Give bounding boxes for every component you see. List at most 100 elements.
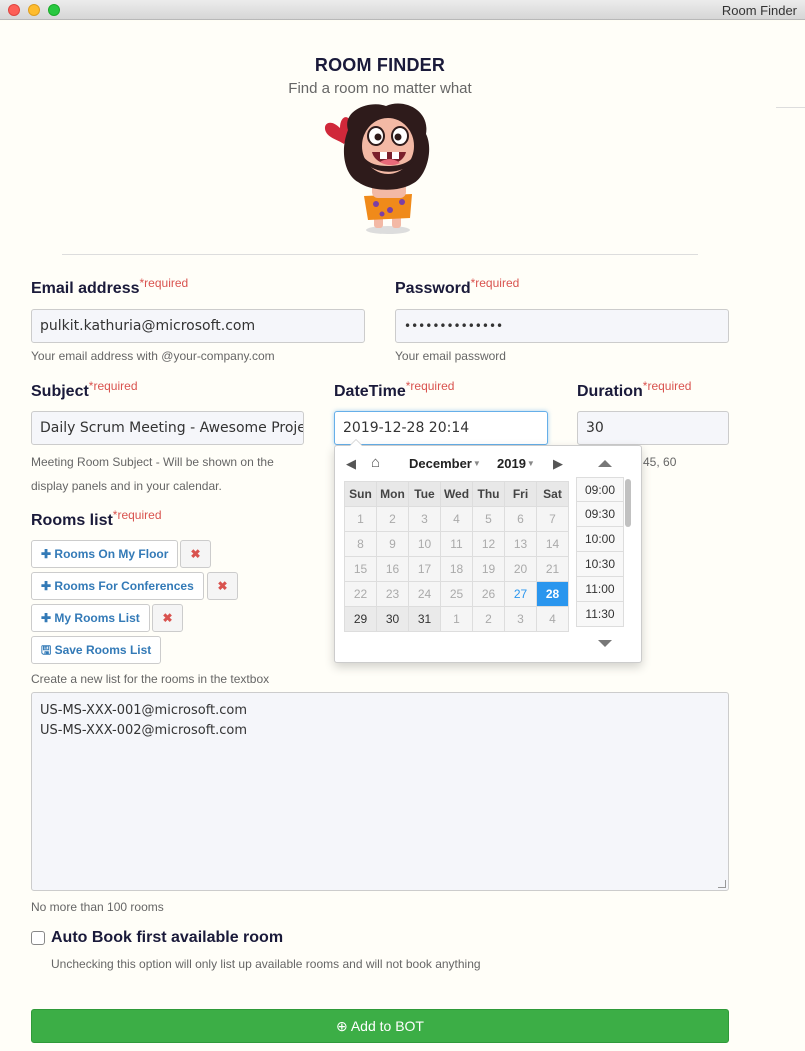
duration-label: Duration*required [577, 379, 691, 401]
save-rooms-list-button[interactable]: 🖫 Save Rooms List [31, 636, 162, 664]
calendar-day[interactable]: 8 [344, 531, 377, 557]
close-icon: ✖ [190, 547, 201, 561]
duration-required-mark: *required [642, 379, 692, 393]
calendar-day[interactable]: 18 [440, 556, 473, 582]
calendar-day[interactable]: 24 [408, 581, 441, 607]
calendar-day[interactable]: 22 [344, 581, 377, 607]
subject-label-text: Subject [31, 383, 89, 400]
datetime-label-text: DateTime [334, 383, 406, 400]
add-to-bot-button[interactable]: ⊕ Add to BOT [31, 1009, 729, 1043]
close-window-button[interactable] [8, 4, 20, 16]
close-icon: ✖ [217, 579, 228, 593]
year-select[interactable]: 2019▼ [497, 456, 535, 471]
autobook-checkbox[interactable] [31, 931, 45, 945]
window-title: Room Finder [721, 3, 797, 18]
calendar-day[interactable]: 15 [344, 556, 377, 582]
rooms-list-button-floor[interactable]: ✚ Rooms On My Floor [31, 540, 179, 568]
prev-month-icon[interactable]: ◀ [346, 456, 356, 472]
rooms-list-name: Rooms On My Floor [54, 547, 169, 561]
calendar-day[interactable]: 17 [408, 556, 441, 582]
calendar-day[interactable]: 25 [440, 581, 473, 607]
calendar-day[interactable]: 20 [504, 556, 537, 582]
datetime-field[interactable]: 2019-12-28 20:14 [334, 411, 548, 445]
calendar-day[interactable]: 13 [504, 531, 537, 557]
calendar-day[interactable]: 16 [376, 556, 409, 582]
subject-field[interactable]: Daily Scrum Meeting - Awesome Project [31, 411, 304, 445]
page-subtitle: Find a room no matter what [288, 80, 472, 97]
remove-list-button-mine[interactable]: ✖ [152, 604, 183, 632]
add-to-bot-label: Add to BOT [350, 1018, 424, 1034]
month-select[interactable]: December▼ [409, 456, 481, 471]
time-option[interactable]: 10:00 [576, 527, 624, 552]
remove-list-button-conferences[interactable]: ✖ [207, 572, 238, 600]
calendar-day[interactable]: 31 [408, 606, 441, 632]
time-option[interactable]: 09:30 [576, 502, 624, 527]
calendar-day[interactable]: 21 [536, 556, 569, 582]
time-list: 09:00 09:30 10:00 10:30 11:00 11:30 [576, 477, 632, 632]
calendar-day[interactable]: 3 [408, 506, 441, 532]
calendar-day[interactable]: 19 [472, 556, 505, 582]
caret-down-icon: ▼ [472, 459, 481, 468]
calendar-day[interactable]: 11 [440, 531, 473, 557]
calendar-day[interactable]: 5 [472, 506, 505, 532]
weekday-header: Sat [536, 481, 569, 507]
time-scroll-up-icon[interactable] [598, 460, 612, 467]
rooms-required-mark: *required [112, 508, 162, 522]
calendar-day[interactable]: 6 [504, 506, 537, 532]
calendar-day[interactable]: 3 [504, 606, 537, 632]
calendar-day[interactable]: 10 [408, 531, 441, 557]
calendar-day[interactable]: 9 [376, 531, 409, 557]
calendar-day[interactable]: 14 [536, 531, 569, 557]
calendar-day[interactable]: 7 [536, 506, 569, 532]
subject-label: Subject*required [31, 379, 138, 401]
calendar-day[interactable]: 2 [472, 606, 505, 632]
calendar-day[interactable]: 23 [376, 581, 409, 607]
calendar-day[interactable]: 12 [472, 531, 505, 557]
weekday-header: Thu [472, 481, 505, 507]
autobook-label[interactable]: Auto Book first available room [51, 929, 283, 947]
floppy-disk-icon: 🖫 [41, 643, 52, 657]
zoom-window-button[interactable] [48, 4, 60, 16]
weekday-header: Tue [408, 481, 441, 507]
next-month-icon[interactable]: ▶ [553, 456, 563, 472]
subject-required-mark: *required [88, 379, 138, 393]
calendar-day[interactable]: 1 [344, 506, 377, 532]
resize-handle-icon[interactable] [718, 880, 726, 888]
rooms-list-button-conferences[interactable]: ✚ Rooms For Conferences [31, 572, 204, 600]
calendar-day[interactable]: 4 [440, 506, 473, 532]
textarea-line: US-MS-XXX-002@microsoft.com [40, 723, 248, 738]
rooms-textarea[interactable]: US-MS-XXX-001@microsoft.com US-MS-XXX-00… [31, 692, 729, 891]
calendar-day[interactable]: 1 [440, 606, 473, 632]
minimize-window-button[interactable] [28, 4, 40, 16]
password-help: Your email password [395, 349, 506, 363]
email-field[interactable]: pulkit.kathuria@microsoft.com [31, 309, 365, 343]
duration-field[interactable]: 30 [577, 411, 729, 445]
calendar-day[interactable]: 2 [376, 506, 409, 532]
duration-label-text: Duration [577, 383, 643, 400]
rooms-list-button-mine[interactable]: ✚ My Rooms List [31, 604, 150, 632]
calendar-day-selected[interactable]: 28 [536, 581, 569, 607]
time-option[interactable]: 09:00 [576, 477, 624, 502]
time-option[interactable]: 11:00 [576, 577, 624, 602]
rooms-create-help: Create a new list for the rooms in the t… [31, 672, 270, 686]
datetime-label: DateTime*required [334, 379, 454, 401]
email-help: Your email address with @your-company.co… [31, 349, 275, 363]
calendar-day[interactable]: 26 [472, 581, 505, 607]
calendar-day[interactable]: 30 [376, 606, 409, 632]
calendar-day[interactable]: 29 [344, 606, 377, 632]
calendar-day-today[interactable]: 27 [504, 581, 537, 607]
time-option[interactable]: 10:30 [576, 552, 624, 577]
time-scrollbar[interactable] [625, 479, 631, 527]
time-scroll-down-icon[interactable] [598, 640, 612, 647]
home-icon[interactable]: ⌂ [371, 454, 380, 471]
password-field[interactable]: •••••••••••••• [395, 309, 729, 343]
calendar-day[interactable]: 4 [536, 606, 569, 632]
time-option[interactable]: 11:30 [576, 602, 624, 627]
remove-list-button-floor[interactable]: ✖ [180, 540, 211, 568]
plus-circle-icon: ⊕ [335, 1018, 348, 1034]
plus-icon: ✚ [41, 547, 52, 561]
rooms-list-name: Rooms For Conferences [54, 579, 194, 593]
email-required-mark: *required [139, 276, 189, 290]
subject-help-line1: Meeting Room Subject - Will be shown on … [31, 455, 274, 469]
password-label-text: Password [395, 280, 471, 297]
